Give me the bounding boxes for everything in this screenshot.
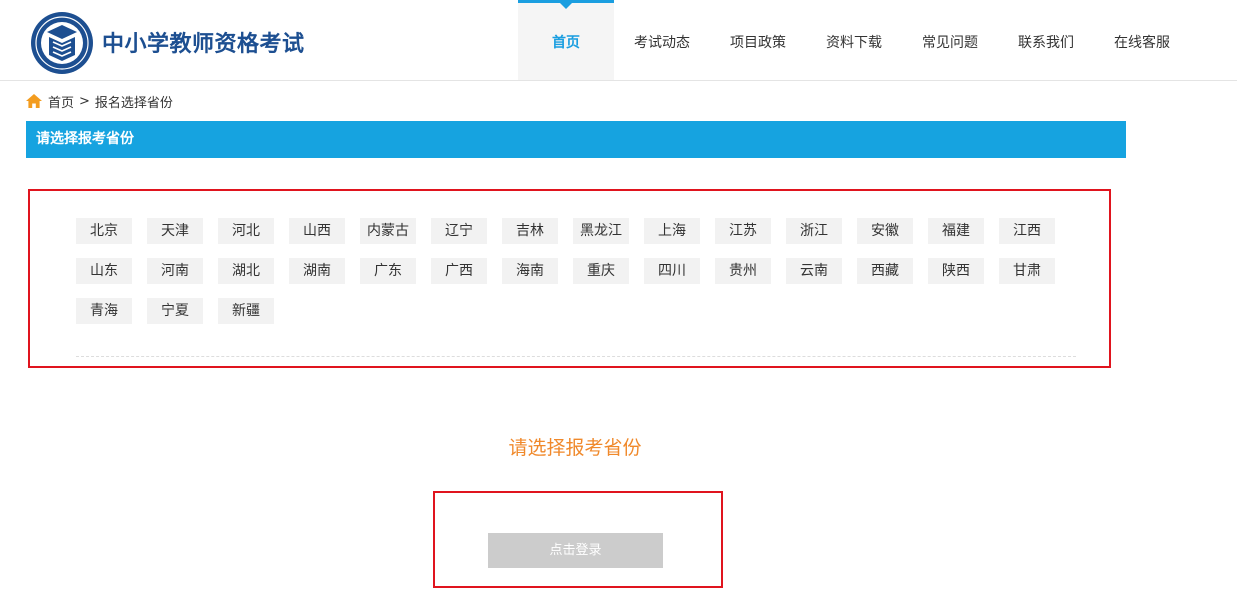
site-title: 中小学教师资格考试 — [102, 32, 305, 57]
province-button-jilin[interactable]: 吉林 — [502, 218, 558, 244]
section-title: 请选择报考省份 — [36, 131, 134, 147]
province-button-neimenggu[interactable]: 内蒙古 — [360, 218, 416, 244]
login-panel: 点击登录 — [433, 491, 723, 588]
nav-item-label: 项目政策 — [730, 35, 786, 51]
nav-item-exam-news[interactable]: 考试动态 — [614, 0, 710, 80]
nav-item-label: 在线客服 — [1114, 35, 1170, 51]
province-button-xinjiang[interactable]: 新疆 — [218, 298, 274, 324]
province-button-beijing[interactable]: 北京 — [76, 218, 132, 244]
province-button-ningxia[interactable]: 宁夏 — [147, 298, 203, 324]
province-selection-panel: 北京 天津 河北 山西 内蒙古 辽宁 吉林 黑龙江 上海 江苏 浙江 安徽 福建… — [28, 189, 1111, 368]
province-button-jiangsu[interactable]: 江苏 — [715, 218, 771, 244]
province-button-fujian[interactable]: 福建 — [928, 218, 984, 244]
nav-item-contact[interactable]: 联系我们 — [998, 0, 1094, 80]
main-nav: 首页 考试动态 项目政策 资料下载 常见问题 联系我们 在线客服 — [518, 0, 1190, 80]
province-button-hainan[interactable]: 海南 — [502, 258, 558, 284]
province-button-shanghai[interactable]: 上海 — [644, 218, 700, 244]
nav-item-downloads[interactable]: 资料下载 — [806, 0, 902, 80]
breadcrumb: 首页 > 报名选择省份 — [26, 92, 173, 111]
breadcrumb-current: 报名选择省份 — [94, 95, 173, 111]
province-button-zhejiang[interactable]: 浙江 — [786, 218, 842, 244]
nav-item-policy[interactable]: 项目政策 — [710, 0, 806, 80]
province-button-heilongjiang[interactable]: 黑龙江 — [573, 218, 629, 244]
nav-item-home[interactable]: 首页 — [518, 0, 614, 80]
nav-item-online-service[interactable]: 在线客服 — [1094, 0, 1190, 80]
province-button-xizang[interactable]: 西藏 — [857, 258, 913, 284]
active-caret-icon — [560, 3, 572, 9]
province-button-tianjin[interactable]: 天津 — [147, 218, 203, 244]
site-header: 中小学教师资格考试 首页 考试动态 项目政策 资料下载 常见问题 联系我们 在线… — [0, 0, 1237, 81]
breadcrumb-separator: > — [79, 93, 90, 109]
province-button-guangdong[interactable]: 广东 — [360, 258, 416, 284]
dashed-divider — [76, 356, 1076, 357]
province-button-chongqing[interactable]: 重庆 — [573, 258, 629, 284]
province-button-gansu[interactable]: 甘肃 — [999, 258, 1055, 284]
nav-item-faq[interactable]: 常见问题 — [902, 0, 998, 80]
nav-item-label: 常见问题 — [922, 35, 978, 51]
province-button-hubei[interactable]: 湖北 — [218, 258, 274, 284]
section-title-bar: 请选择报考省份 — [26, 121, 1126, 158]
nav-item-label: 资料下载 — [826, 35, 882, 51]
province-button-jiangxi[interactable]: 江西 — [999, 218, 1055, 244]
province-button-shaanxi[interactable]: 陕西 — [928, 258, 984, 284]
home-icon[interactable] — [26, 94, 42, 108]
select-province-prompt: 请选择报考省份 — [508, 437, 642, 459]
province-button-yunnan[interactable]: 云南 — [786, 258, 842, 284]
nav-item-label: 首页 — [552, 35, 580, 51]
nav-item-label: 考试动态 — [634, 35, 690, 51]
province-button-guizhou[interactable]: 贵州 — [715, 258, 771, 284]
ntce-seal-logo-icon[interactable] — [30, 11, 94, 75]
province-button-qinghai[interactable]: 青海 — [76, 298, 132, 324]
province-button-shandong[interactable]: 山东 — [76, 258, 132, 284]
login-button[interactable]: 点击登录 — [488, 533, 663, 568]
province-button-shanxi[interactable]: 山西 — [289, 218, 345, 244]
breadcrumb-home-link[interactable]: 首页 — [48, 92, 74, 111]
nav-item-label: 联系我们 — [1018, 35, 1074, 51]
province-button-hunan[interactable]: 湖南 — [289, 258, 345, 284]
province-button-anhui[interactable]: 安徽 — [857, 218, 913, 244]
province-button-hebei[interactable]: 河北 — [218, 218, 274, 244]
province-button-guangxi[interactable]: 广西 — [431, 258, 487, 284]
province-button-henan[interactable]: 河南 — [147, 258, 203, 284]
province-button-liaoning[interactable]: 辽宁 — [431, 218, 487, 244]
province-button-sichuan[interactable]: 四川 — [644, 258, 700, 284]
